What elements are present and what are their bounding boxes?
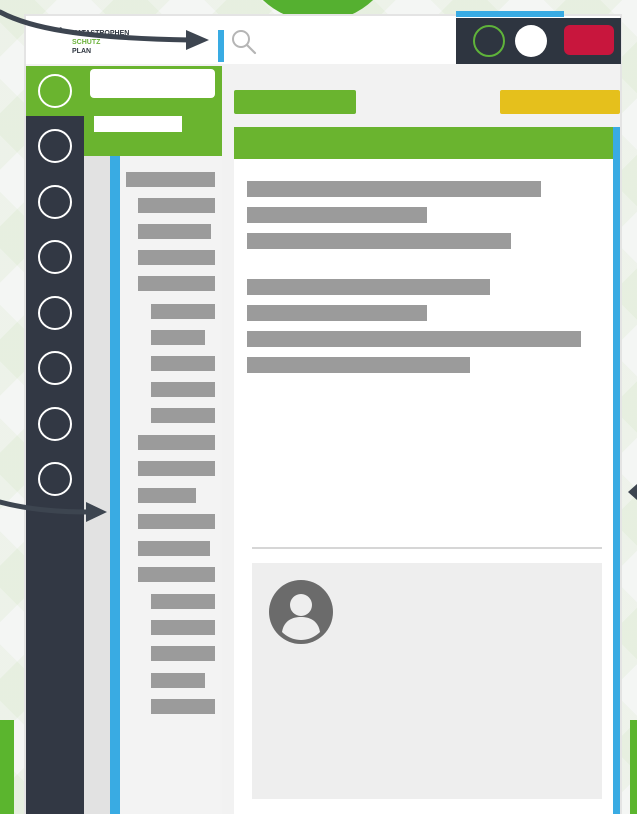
annotation-arrows: [0, 9, 637, 522]
